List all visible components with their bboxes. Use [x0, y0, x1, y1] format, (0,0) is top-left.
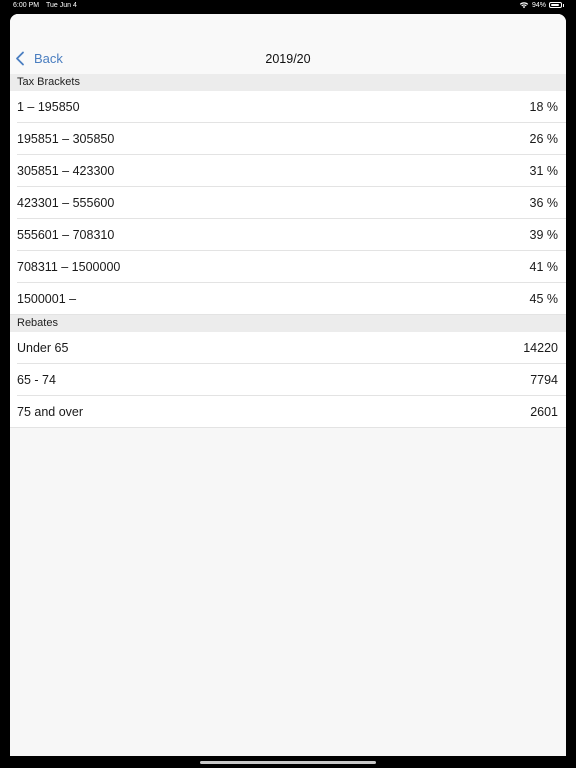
- status-date: Tue Jun 4: [46, 2, 77, 9]
- rebate-amount: 7794: [530, 373, 558, 387]
- tax-bracket-row: 305851 – 423300 31 %: [10, 155, 566, 187]
- bracket-range: 195851 – 305850: [17, 132, 115, 146]
- tax-bracket-row: 195851 – 305850 26 %: [10, 123, 566, 155]
- rebate-amount: 14220: [523, 341, 558, 355]
- tax-bracket-row: 423301 – 555600 36 %: [10, 187, 566, 219]
- bracket-rate: 18 %: [529, 100, 559, 114]
- tax-bracket-row: 708311 – 1500000 41 %: [10, 251, 566, 283]
- tax-bracket-row: 555601 – 708310 39 %: [10, 219, 566, 251]
- bracket-rate: 41 %: [529, 260, 559, 274]
- bracket-rate: 39 %: [529, 228, 559, 242]
- rebate-row: 75 and over 2601: [10, 396, 566, 428]
- bracket-range: 305851 – 423300: [17, 164, 115, 178]
- bracket-range: 1 – 195850: [17, 100, 80, 114]
- home-indicator[interactable]: [200, 761, 376, 764]
- status-indicators: 94%: [519, 1, 564, 9]
- status-bar: 6:00 PM Tue Jun 4 94%: [0, 0, 576, 12]
- wifi-icon: [519, 2, 529, 9]
- status-time: 6:00 PM: [13, 2, 40, 9]
- rebate-amount: 2601: [530, 405, 558, 419]
- rebate-age-group: 75 and over: [17, 405, 84, 419]
- modal-sheet: Back 2019/20 Tax Brackets 1 – 195850 18 …: [10, 14, 566, 756]
- battery-fill: [551, 4, 560, 6]
- battery-nub: [563, 3, 564, 7]
- bracket-rate: 26 %: [529, 132, 559, 146]
- page-title: 2019/20: [265, 52, 311, 66]
- rebate-row: 65 - 74 7794: [10, 364, 566, 396]
- bracket-range: 708311 – 1500000: [17, 260, 121, 274]
- bracket-range: 423301 – 555600: [17, 196, 115, 210]
- bracket-range: 555601 – 708310: [17, 228, 115, 242]
- battery-icon: [549, 2, 562, 8]
- tax-bracket-row: 1 – 195850 18 %: [10, 91, 566, 123]
- rebate-age-group: 65 - 74: [17, 373, 56, 387]
- rebate-row: Under 65 14220: [10, 332, 566, 364]
- bracket-rate: 36 %: [529, 196, 559, 210]
- tax-bracket-row: 1500001 – 45 %: [10, 283, 566, 315]
- bracket-range: 1500001 –: [17, 292, 77, 306]
- bracket-rate: 45 %: [529, 292, 559, 306]
- section-header-tax-brackets: Tax Brackets: [10, 74, 566, 91]
- navigation-bar: Back 2019/20: [10, 14, 566, 74]
- battery-percent: 94%: [531, 1, 546, 9]
- bracket-rate: 31 %: [529, 164, 559, 178]
- section-header-rebates: Rebates: [10, 315, 566, 332]
- rebate-age-group: Under 65: [17, 341, 69, 355]
